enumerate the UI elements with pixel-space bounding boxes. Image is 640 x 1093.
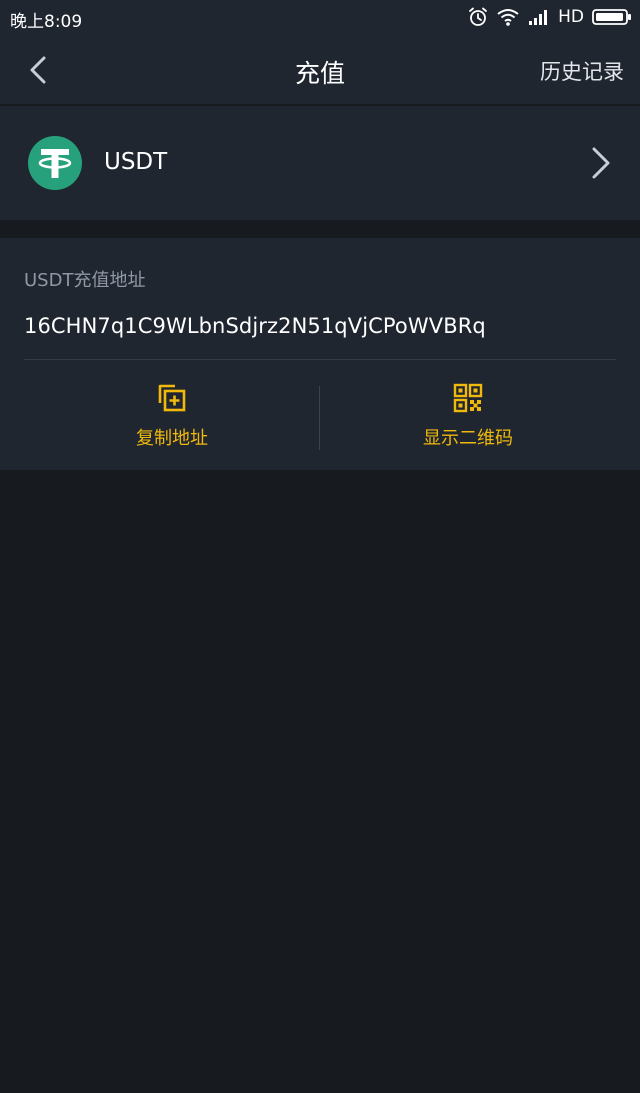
chevron-right-icon — [592, 147, 610, 179]
qr-code-icon — [453, 383, 483, 413]
signal-icon — [529, 10, 548, 25]
status-time: 晚上8:09 — [10, 12, 83, 32]
alarm-icon — [469, 7, 488, 26]
status-icons: HD — [468, 6, 632, 28]
coin-selector[interactable]: USDT — [0, 106, 640, 220]
deposit-address-card: USDT充值地址 16CHN7q1C9WLbnSdjrz2N51qVjCPoWV… — [0, 238, 640, 470]
battery-icon — [592, 9, 631, 25]
copy-address-label: 复制地址 — [136, 428, 208, 449]
copy-icon — [158, 384, 186, 412]
show-qr-button[interactable]: 显示二维码 — [320, 382, 616, 454]
history-link[interactable]: 历史记录 — [540, 56, 624, 86]
network-type-label: HD — [558, 7, 584, 27]
usdt-logo-icon — [28, 136, 82, 190]
coin-name: USDT — [104, 149, 168, 175]
deposit-address: 16CHN7q1C9WLbnSdjrz2N51qVjCPoWVBRq — [24, 314, 486, 338]
show-qr-label: 显示二维码 — [423, 428, 513, 449]
copy-address-button[interactable]: 复制地址 — [24, 382, 320, 454]
nav-bar: 充值 历史记录 — [0, 36, 640, 104]
wifi-icon — [497, 9, 519, 26]
address-label: USDT充值地址 — [24, 270, 146, 291]
status-bar: 晚上8:09 HD — [0, 0, 640, 36]
divider — [24, 359, 616, 360]
